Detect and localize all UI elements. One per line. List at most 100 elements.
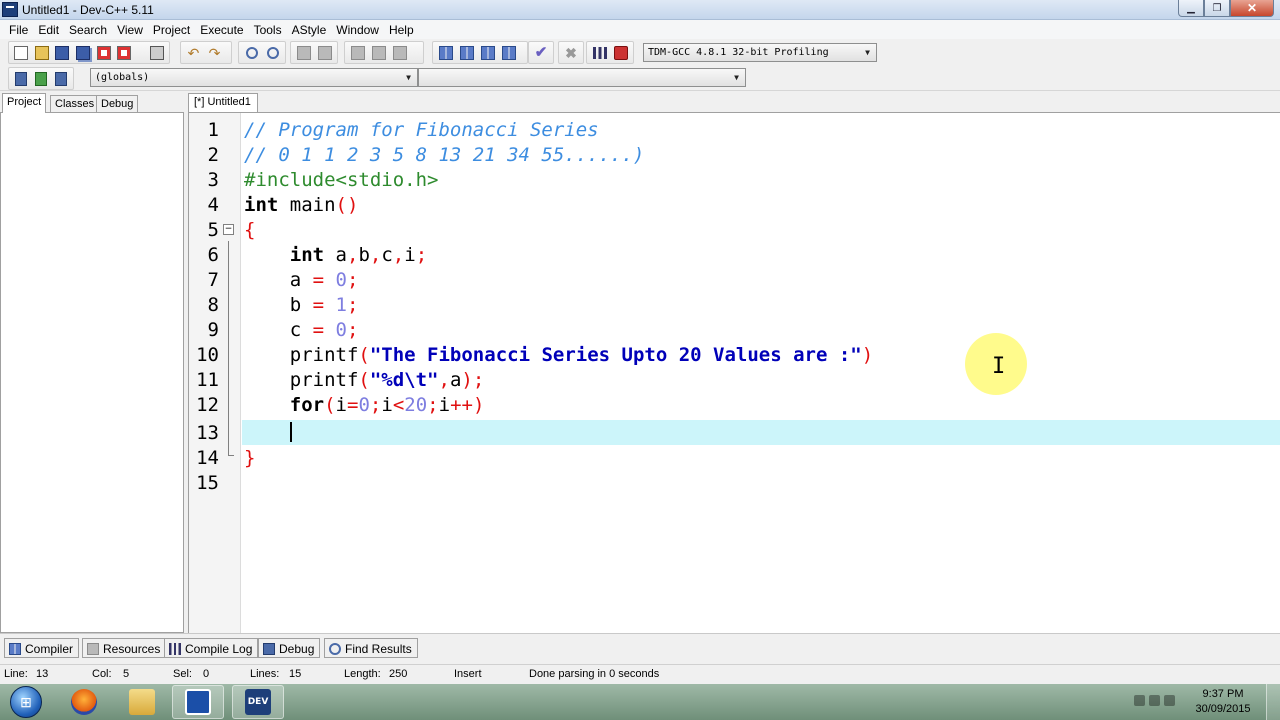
tray-network-icon[interactable]	[1149, 695, 1160, 706]
compile-button[interactable]	[435, 43, 456, 63]
line-number: 3	[207, 169, 219, 191]
project-toolbar	[344, 41, 424, 64]
tab-find-results[interactable]: Find Results	[324, 638, 418, 658]
menu-tools[interactable]: Tools	[249, 23, 287, 37]
code-line: 10 printf("The Fibonacci Series Upto 20 …	[189, 342, 1280, 367]
tab-project[interactable]: Project	[2, 93, 47, 113]
menu-view[interactable]: View	[112, 23, 148, 37]
file-explorer-icon	[129, 689, 155, 715]
tab-debug-output[interactable]: Debug	[258, 638, 321, 658]
start-button[interactable]: ⊞	[4, 684, 48, 720]
goto-declaration-button[interactable]	[11, 69, 31, 89]
code-identifier: b	[289, 294, 313, 316]
debug-icon	[263, 643, 275, 655]
code-identifier: printf	[289, 369, 359, 391]
maximize-button[interactable]: ❐	[1204, 0, 1230, 17]
menu-window[interactable]: Window	[331, 23, 384, 37]
close-all-button[interactable]	[114, 43, 135, 63]
symbol-select[interactable]: ▼	[418, 68, 746, 87]
syntax-check-button[interactable]: ✔	[531, 43, 551, 63]
code-editor[interactable]: 1 // Program for Fibonacci Series 2 // 0…	[188, 112, 1280, 633]
title-bar: Untitled1 - Dev-C++ 5.11 ▁ ❐ ✕	[0, 0, 1280, 20]
remove-from-project-icon	[392, 45, 407, 60]
new-file-button[interactable]	[11, 43, 32, 63]
tab-classes[interactable]: Classes	[50, 95, 100, 113]
scope-select[interactable]: (globals) ▼	[90, 68, 418, 87]
save-all-button[interactable]	[73, 43, 94, 63]
code-identifier: a	[289, 269, 313, 291]
code-keyword: int	[244, 194, 279, 216]
taskbar-explorer[interactable]	[116, 685, 168, 719]
devcpp-app-icon[interactable]	[2, 2, 18, 17]
new-project-icon	[350, 45, 365, 60]
class-info-button[interactable]	[51, 69, 71, 89]
indent-button[interactable]	[293, 43, 314, 63]
redo-button[interactable]: ↷	[204, 43, 225, 63]
taskbar-remote-app[interactable]	[172, 685, 224, 719]
code-string: "The Fibonacci Series Upto 20 Values are…	[369, 344, 862, 366]
code-number: 0	[324, 319, 347, 341]
rebuild-all-button[interactable]	[498, 43, 519, 63]
remove-from-project-button[interactable]	[389, 43, 410, 63]
minimize-button[interactable]: ▁	[1178, 0, 1204, 17]
tab-resources-label: Resources	[103, 642, 161, 656]
line-number: 9	[207, 319, 219, 341]
chevron-down-icon: ▼	[406, 73, 411, 82]
delete-profile-button[interactable]	[610, 43, 631, 63]
code-keyword: for	[289, 394, 325, 416]
status-sel-value: 0	[203, 668, 210, 680]
replace-button[interactable]	[262, 43, 283, 63]
project-browser-panel[interactable]	[0, 112, 184, 633]
menu-execute[interactable]: Execute	[195, 23, 248, 37]
undo-button[interactable]: ↶	[183, 43, 204, 63]
stop-execution-button[interactable]: ✖	[561, 43, 581, 63]
taskbar-devcpp[interactable]: DEV	[232, 685, 284, 719]
compile-log-icon	[169, 643, 181, 655]
line-number: 14	[196, 447, 219, 469]
fold-collapse-icon[interactable]: −	[223, 224, 234, 235]
menu-file[interactable]: File	[4, 23, 33, 37]
file-toolbar	[8, 41, 170, 64]
code-identifier: a	[449, 369, 462, 391]
compile-run-button[interactable]	[477, 43, 498, 63]
tray-flag-icon[interactable]	[1134, 695, 1145, 706]
tray-volume-icon[interactable]	[1164, 695, 1175, 706]
minimize-icon: ▁	[1187, 2, 1195, 14]
add-to-project-button[interactable]	[368, 43, 389, 63]
status-col-value: 5	[123, 668, 130, 680]
menu-edit[interactable]: Edit	[33, 23, 64, 37]
profile-analysis-button[interactable]	[589, 43, 610, 63]
menu-project[interactable]: Project	[148, 23, 195, 37]
goto-definition-button[interactable]	[31, 69, 51, 89]
show-desktop-button[interactable]	[1266, 684, 1280, 720]
taskbar-firefox[interactable]	[58, 685, 110, 719]
compiler-select[interactable]: TDM-GCC 4.8.1 32-bit Profiling ▼	[643, 43, 877, 62]
run-button[interactable]	[456, 43, 477, 63]
close-button[interactable]: ✕	[1230, 0, 1274, 17]
tab-compiler-label: Compiler	[25, 642, 74, 656]
windows-taskbar: ⊞ DEV 9:37 PM 30/09/2015	[0, 684, 1280, 720]
tab-compiler[interactable]: Compiler	[4, 638, 80, 658]
code-symbol: ;	[347, 294, 359, 316]
close-file-button[interactable]	[93, 43, 114, 63]
code-symbol: ,	[392, 244, 405, 266]
menu-help[interactable]: Help	[384, 23, 419, 37]
taskbar-clock[interactable]: 9:37 PM 30/09/2015	[1188, 687, 1258, 717]
undo-icon: ↶	[187, 44, 200, 61]
menu-astyle[interactable]: AStyle	[287, 23, 332, 37]
save-button[interactable]	[52, 43, 73, 63]
tab-debug[interactable]: Debug	[96, 95, 139, 113]
unindent-button[interactable]	[314, 43, 335, 63]
print-button[interactable]	[146, 43, 167, 63]
tab-untitled1[interactable]: [*] Untitled1	[188, 93, 258, 113]
tab-resources[interactable]: Resources	[82, 638, 167, 658]
devcpp-window: Untitled1 - Dev-C++ 5.11 ▁ ❐ ✕ File Edit…	[0, 0, 1280, 720]
new-project-button[interactable]	[347, 43, 368, 63]
open-file-button[interactable]	[32, 43, 53, 63]
menu-search[interactable]: Search	[64, 23, 112, 37]
chevron-down-icon: ▼	[734, 73, 739, 82]
delete-profile-icon	[613, 45, 628, 60]
line-number: 2	[207, 144, 219, 166]
find-button[interactable]	[241, 43, 262, 63]
tab-compile-log[interactable]: Compile Log	[164, 638, 259, 658]
